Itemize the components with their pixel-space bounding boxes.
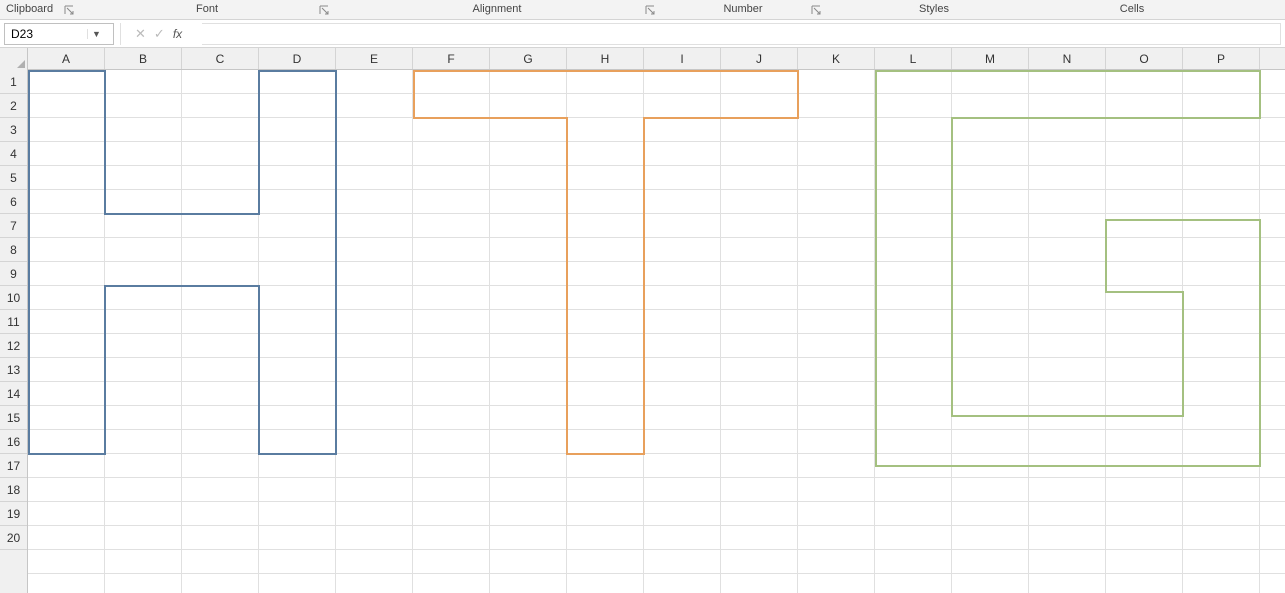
row-header-17[interactable]: 17 <box>0 454 27 478</box>
row-header-20[interactable]: 20 <box>0 526 27 550</box>
dialog-launcher-icon[interactable] <box>810 3 822 15</box>
row-header-9[interactable]: 9 <box>0 262 27 286</box>
fx-icon[interactable]: fx <box>173 27 188 41</box>
column-header-O[interactable]: O <box>1106 48 1183 69</box>
ribbon-group-font: Font <box>80 0 334 19</box>
spreadsheet-grid[interactable]: ABCDEFGHIJKLMNOP 12345678910111213141516… <box>0 48 1285 593</box>
dialog-launcher-icon[interactable] <box>644 3 656 15</box>
column-header-L[interactable]: L <box>875 48 952 69</box>
row-header-15[interactable]: 15 <box>0 406 27 430</box>
column-header-F[interactable]: F <box>413 48 490 69</box>
ribbon-group-label: Clipboard <box>6 3 53 15</box>
column-header-E[interactable]: E <box>336 48 413 69</box>
row-header-4[interactable]: 4 <box>0 142 27 166</box>
select-all-button[interactable] <box>0 48 28 70</box>
column-header-G[interactable]: G <box>490 48 567 69</box>
cancel-icon[interactable]: ✕ <box>135 26 146 42</box>
name-box-dropdown[interactable]: ▼ <box>87 29 105 39</box>
dialog-launcher-icon[interactable] <box>318 3 330 15</box>
name-box-input[interactable] <box>5 27 87 41</box>
column-header-P[interactable]: P <box>1183 48 1260 69</box>
row-header-6[interactable]: 6 <box>0 190 27 214</box>
column-header-N[interactable]: N <box>1029 48 1106 69</box>
row-header-10[interactable]: 10 <box>0 286 27 310</box>
ribbon-group-label: Cells <box>1120 3 1144 15</box>
row-header-7[interactable]: 7 <box>0 214 27 238</box>
row-header-11[interactable]: 11 <box>0 310 27 334</box>
column-header-A[interactable]: A <box>28 48 105 69</box>
row-header-13[interactable]: 13 <box>0 358 27 382</box>
column-header-B[interactable]: B <box>105 48 182 69</box>
dialog-launcher-icon[interactable] <box>64 3 76 15</box>
column-header-J[interactable]: J <box>721 48 798 69</box>
shape-letter-h[interactable] <box>28 70 338 480</box>
formula-input[interactable] <box>202 23 1281 45</box>
ribbon-group-label: Number <box>723 3 762 15</box>
ribbon-group-label: Styles <box>919 3 949 15</box>
column-header-I[interactable]: I <box>644 48 721 69</box>
row-header-8[interactable]: 8 <box>0 238 27 262</box>
row-headers: 1234567891011121314151617181920 <box>0 70 28 593</box>
row-header-12[interactable]: 12 <box>0 334 27 358</box>
column-header-C[interactable]: C <box>182 48 259 69</box>
ribbon-group-alignment: Alignment <box>334 0 660 19</box>
ribbon-group-clipboard: Clipboard <box>0 0 80 19</box>
ribbon-group-number: Number <box>660 0 826 19</box>
ribbon-group-styles: Styles <box>826 0 1042 19</box>
column-header-M[interactable]: M <box>952 48 1029 69</box>
column-header-K[interactable]: K <box>798 48 875 69</box>
shape-letter-g[interactable] <box>875 70 1275 490</box>
row-header-2[interactable]: 2 <box>0 94 27 118</box>
ribbon-group-labels: Clipboard Font Alignment Number Styles Cells <box>0 0 1285 20</box>
row-header-19[interactable]: 19 <box>0 502 27 526</box>
column-header-H[interactable]: H <box>567 48 644 69</box>
ribbon-group-label: Font <box>196 3 218 15</box>
row-header-14[interactable]: 14 <box>0 382 27 406</box>
cells-area[interactable] <box>28 70 1285 593</box>
name-box[interactable]: ▼ <box>4 23 114 45</box>
column-header-D[interactable]: D <box>259 48 336 69</box>
row-header-3[interactable]: 3 <box>0 118 27 142</box>
ribbon-group-label: Alignment <box>473 3 522 15</box>
ribbon-group-cells: Cells <box>1042 0 1222 19</box>
separator <box>120 23 121 45</box>
shape-letter-t[interactable] <box>413 70 803 480</box>
row-header-16[interactable]: 16 <box>0 430 27 454</box>
row-header-1[interactable]: 1 <box>0 70 27 94</box>
column-headers: ABCDEFGHIJKLMNOP <box>0 48 1285 70</box>
formula-bar: ▼ ✕ ✓ fx <box>0 20 1285 48</box>
ribbon-group-blank <box>1222 0 1285 19</box>
row-header-5[interactable]: 5 <box>0 166 27 190</box>
row-header-18[interactable]: 18 <box>0 478 27 502</box>
formula-bar-buttons: ✕ ✓ fx <box>127 26 196 42</box>
enter-icon[interactable]: ✓ <box>154 26 165 42</box>
